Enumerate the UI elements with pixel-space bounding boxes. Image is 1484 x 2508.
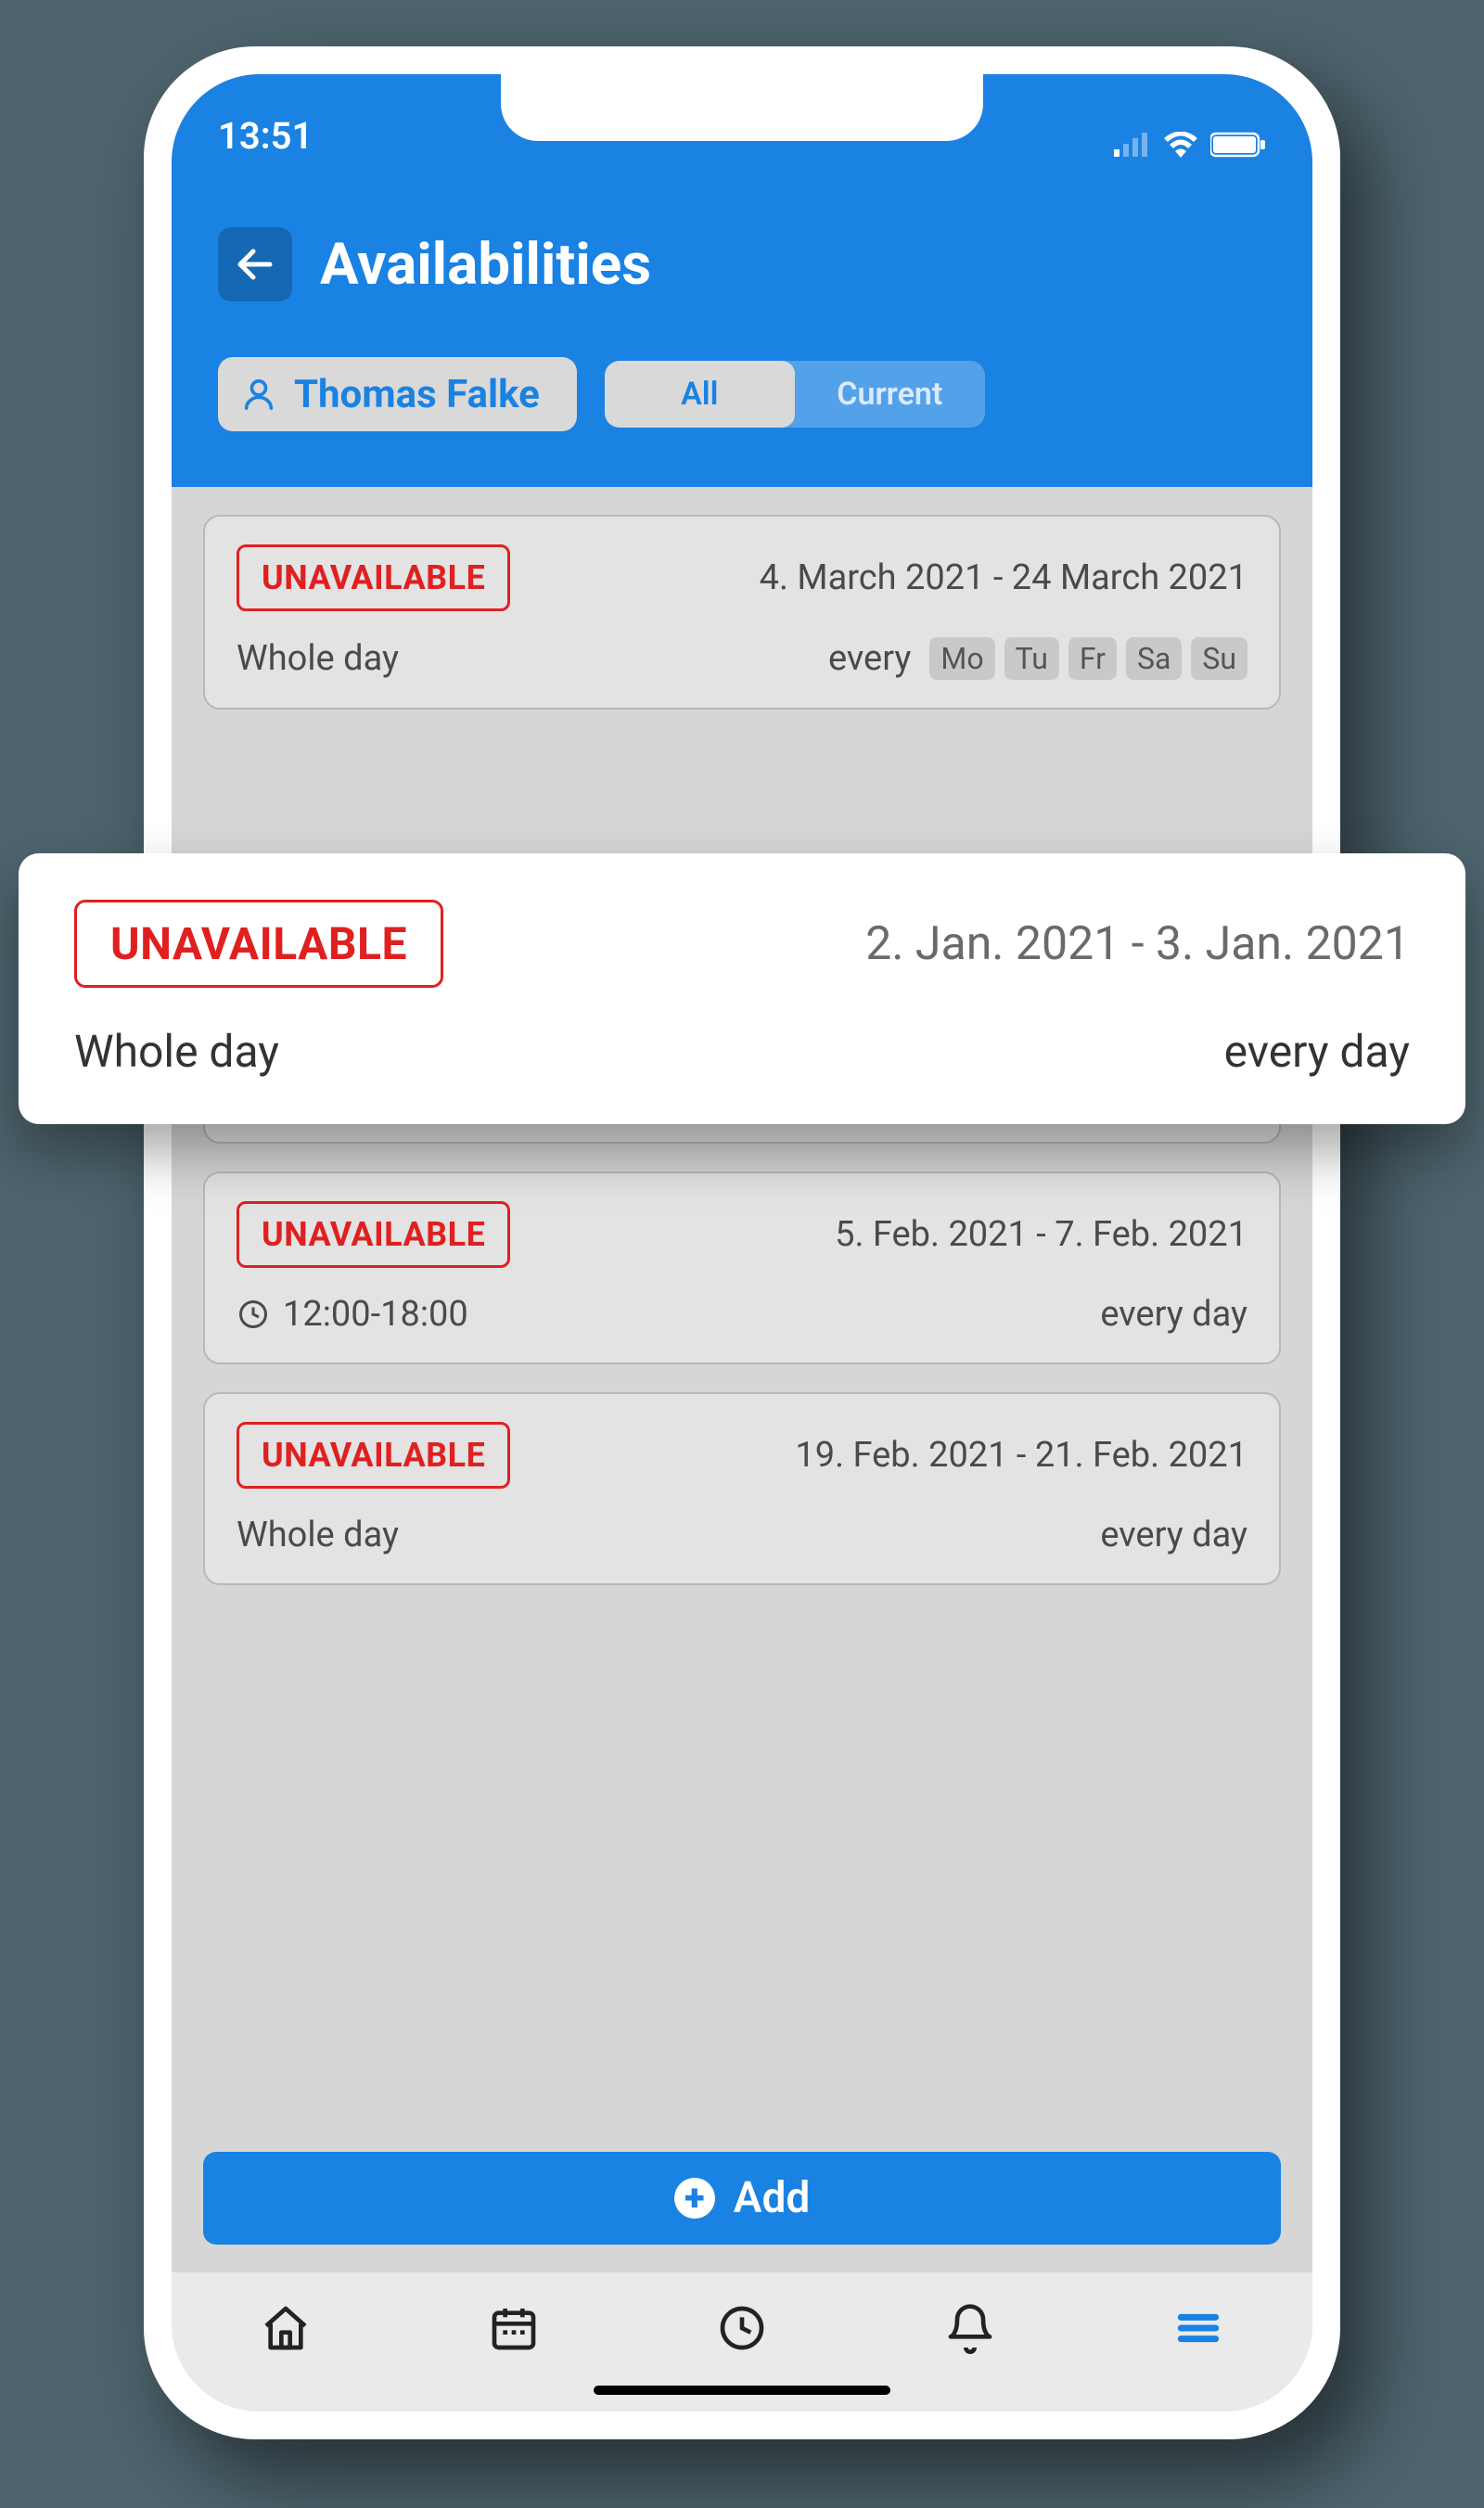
user-icon (240, 376, 277, 413)
title-row: Availabilities (218, 227, 1266, 301)
day-chip: Tu (1004, 637, 1059, 680)
recurrence-text: every day (1224, 1025, 1410, 1078)
clock-icon (716, 2302, 768, 2354)
home-indicator (594, 2386, 890, 2395)
user-chip-label: Thomas Falke (294, 372, 540, 417)
add-label: Add (734, 2173, 811, 2223)
add-wrap: + Add (172, 2152, 1312, 2272)
status-time: 13:51 (218, 114, 313, 158)
phone-frame: 13:51 Availabilities Thomas Falke (144, 46, 1340, 2439)
day-chip: Mo (929, 637, 994, 680)
battery-icon (1210, 132, 1266, 158)
plus-icon: + (674, 2178, 715, 2219)
recurrence-prefix: every (828, 638, 911, 679)
time-detail: 12:00-18:00 (237, 1294, 468, 1335)
status-indicators (1114, 132, 1266, 158)
availability-card[interactable]: UNAVAILABLE 19. Feb. 2021 - 21. Feb. 202… (203, 1392, 1281, 1585)
user-chip[interactable]: Thomas Falke (218, 357, 577, 431)
time-label: Whole day (237, 638, 399, 679)
bell-icon (944, 2302, 996, 2354)
availability-card[interactable]: UNAVAILABLE 5. Feb. 2021 - 7. Feb. 2021 … (203, 1171, 1281, 1364)
day-chip: Su (1191, 637, 1247, 680)
nav-bell[interactable] (940, 2298, 1000, 2358)
time-label: Whole day (237, 1515, 399, 1555)
signal-icon (1114, 133, 1151, 157)
list-area: UNAVAILABLE 4. March 2021 - 24 March 202… (172, 487, 1312, 2152)
calendar-icon (488, 2302, 540, 2354)
wifi-icon (1162, 132, 1199, 158)
home-icon (260, 2302, 312, 2354)
status-badge: UNAVAILABLE (237, 1422, 510, 1489)
nav-home[interactable] (256, 2298, 315, 2358)
nav-menu[interactable] (1169, 2298, 1228, 2358)
notch (501, 74, 983, 141)
time-label: Whole day (74, 1025, 279, 1078)
recurrence-text: every day (1100, 1294, 1247, 1335)
date-range: 2. Jan. 2021 - 3. Jan. 2021 (865, 917, 1410, 971)
date-range: 4. March 2021 - 24 March 2021 (760, 557, 1247, 598)
status-badge: UNAVAILABLE (237, 544, 510, 611)
date-range: 5. Feb. 2021 - 7. Feb. 2021 (835, 1214, 1247, 1255)
back-button[interactable] (218, 227, 292, 301)
segmented-control: All Current (605, 361, 985, 428)
day-chip: Sa (1126, 637, 1182, 680)
segment-all[interactable]: All (605, 361, 795, 428)
menu-icon (1172, 2302, 1224, 2354)
clock-icon (237, 1298, 270, 1331)
highlighted-availability-card[interactable]: UNAVAILABLE 2. Jan. 2021 - 3. Jan. 2021 … (19, 853, 1465, 1124)
nav-calendar[interactable] (484, 2298, 544, 2358)
status-badge: UNAVAILABLE (74, 900, 443, 988)
status-badge: UNAVAILABLE (237, 1201, 510, 1268)
availability-card[interactable]: UNAVAILABLE 4. March 2021 - 24 March 202… (203, 515, 1281, 710)
filter-row: Thomas Falke All Current (218, 357, 1266, 431)
recurrence-days: every Mo Tu Fr Sa Su (828, 637, 1247, 680)
segment-current[interactable]: Current (795, 361, 985, 428)
recurrence-text: every day (1100, 1515, 1247, 1555)
arrow-left-icon (233, 242, 277, 287)
day-chip: Fr (1068, 637, 1117, 680)
nav-clock[interactable] (712, 2298, 772, 2358)
add-button[interactable]: + Add (203, 2152, 1281, 2245)
time-label: 12:00-18:00 (283, 1294, 468, 1335)
screen: 13:51 Availabilities Thomas Falke (172, 74, 1312, 2412)
page-title: Availabilities (320, 231, 651, 299)
date-range: 19. Feb. 2021 - 21. Feb. 2021 (795, 1435, 1247, 1476)
